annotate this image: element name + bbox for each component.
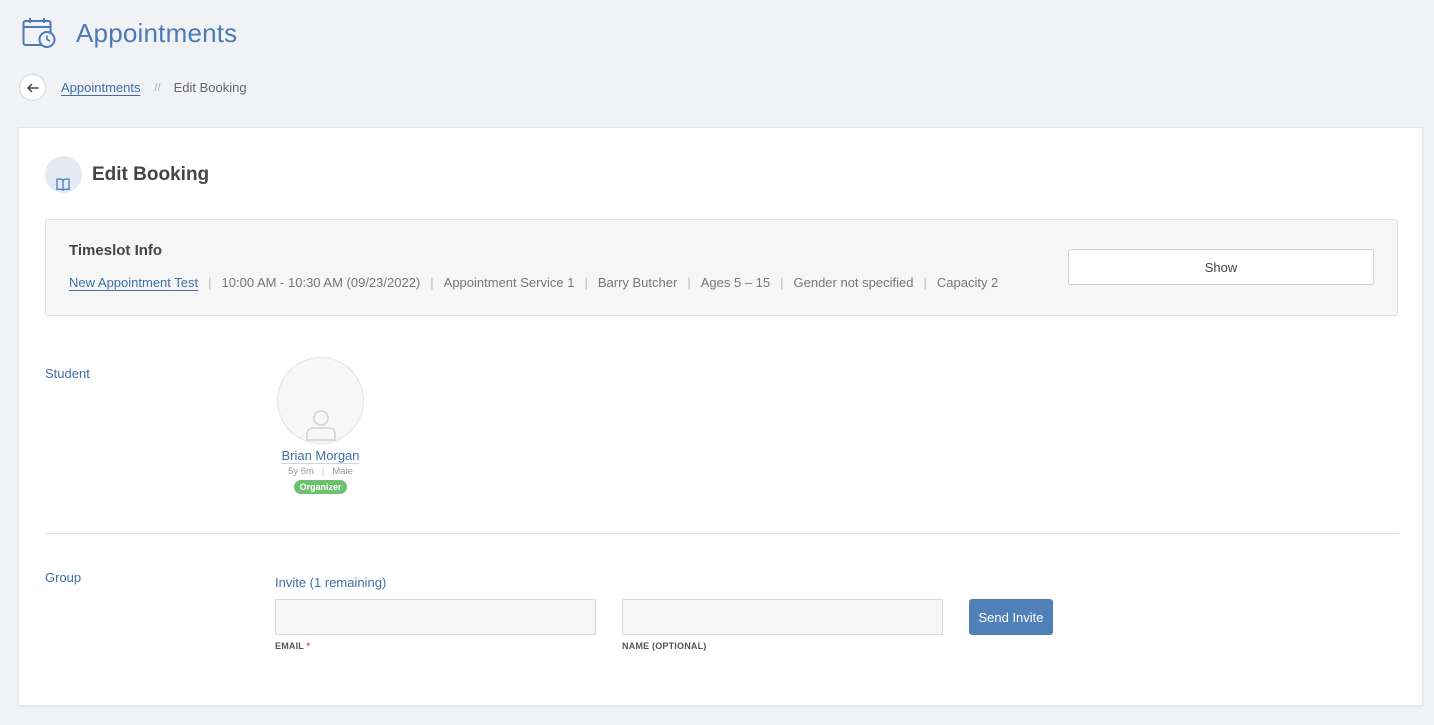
timeslot-gender: Gender not specified — [793, 275, 914, 290]
send-invite-button[interactable]: Send Invite — [969, 599, 1053, 635]
timeslot-title: Timeslot Info — [69, 242, 163, 259]
email-field[interactable] — [275, 599, 596, 635]
breadcrumb-appointments-link[interactable]: Appointments — [61, 80, 141, 95]
name-field-label: NAME (OPTIONAL) — [622, 641, 707, 651]
organizer-badge: Organizer — [294, 480, 347, 494]
invite-title: Invite (1 remaining) — [275, 575, 387, 590]
group-section-label: Group — [45, 570, 82, 585]
detail-separator: | — [923, 275, 927, 290]
detail-separator: | — [584, 275, 588, 290]
appointment-name-link[interactable]: New Appointment Test — [69, 275, 198, 290]
user-placeholder-icon — [306, 410, 336, 441]
page-title: Appointments — [76, 17, 238, 48]
student-gender: Male — [332, 466, 353, 477]
timeslot-instructor: Barry Butcher — [597, 275, 678, 290]
breadcrumb: Appointments // Edit Booking — [19, 74, 247, 101]
required-mark: * — [306, 641, 311, 651]
student-meta: 5y 6m | Male — [276, 466, 365, 477]
email-label-text: EMAIL — [275, 641, 304, 651]
book-icon-circle — [45, 156, 82, 193]
card-header: Edit Booking — [45, 156, 209, 193]
show-button[interactable]: Show — [1068, 249, 1374, 285]
arrow-left-icon — [26, 82, 38, 93]
detail-separator: | — [208, 275, 212, 290]
student-age: 5y 6m — [288, 466, 314, 477]
back-button[interactable] — [19, 74, 46, 101]
book-open-icon — [56, 178, 70, 191]
card-title: Edit Booking — [92, 163, 210, 185]
student-section-label: Student — [45, 366, 90, 381]
breadcrumb-separator: // — [154, 81, 161, 94]
page-header: Appointments — [22, 17, 237, 49]
detail-separator: | — [430, 275, 434, 290]
name-field[interactable] — [622, 599, 943, 635]
breadcrumb-current: Edit Booking — [173, 80, 247, 95]
section-divider — [45, 533, 1399, 534]
timeslot-service: Appointment Service 1 — [443, 275, 575, 290]
timeslot-details: New Appointment Test | 10:00 AM - 10:30 … — [69, 275, 998, 290]
timeslot-time: 10:00 AM - 10:30 AM (09/23/2022) — [221, 275, 421, 290]
avatar[interactable] — [277, 357, 364, 444]
student-card: Brian Morgan 5y 6m | Male Organizer — [276, 357, 365, 495]
meta-separator: | — [321, 466, 325, 477]
timeslot-info-panel: Timeslot Info New Appointment Test | 10:… — [45, 219, 1398, 316]
edit-booking-card: Edit Booking Timeslot Info New Appointme… — [18, 127, 1423, 706]
detail-separator: | — [780, 275, 784, 290]
email-field-label: EMAIL * — [275, 641, 310, 651]
student-name-link[interactable]: Brian Morgan — [276, 448, 365, 463]
detail-separator: | — [687, 275, 691, 290]
timeslot-capacity: Capacity 2 — [936, 275, 999, 290]
calendar-clock-icon — [22, 18, 56, 48]
timeslot-ages: Ages 5 – 15 — [700, 275, 771, 290]
